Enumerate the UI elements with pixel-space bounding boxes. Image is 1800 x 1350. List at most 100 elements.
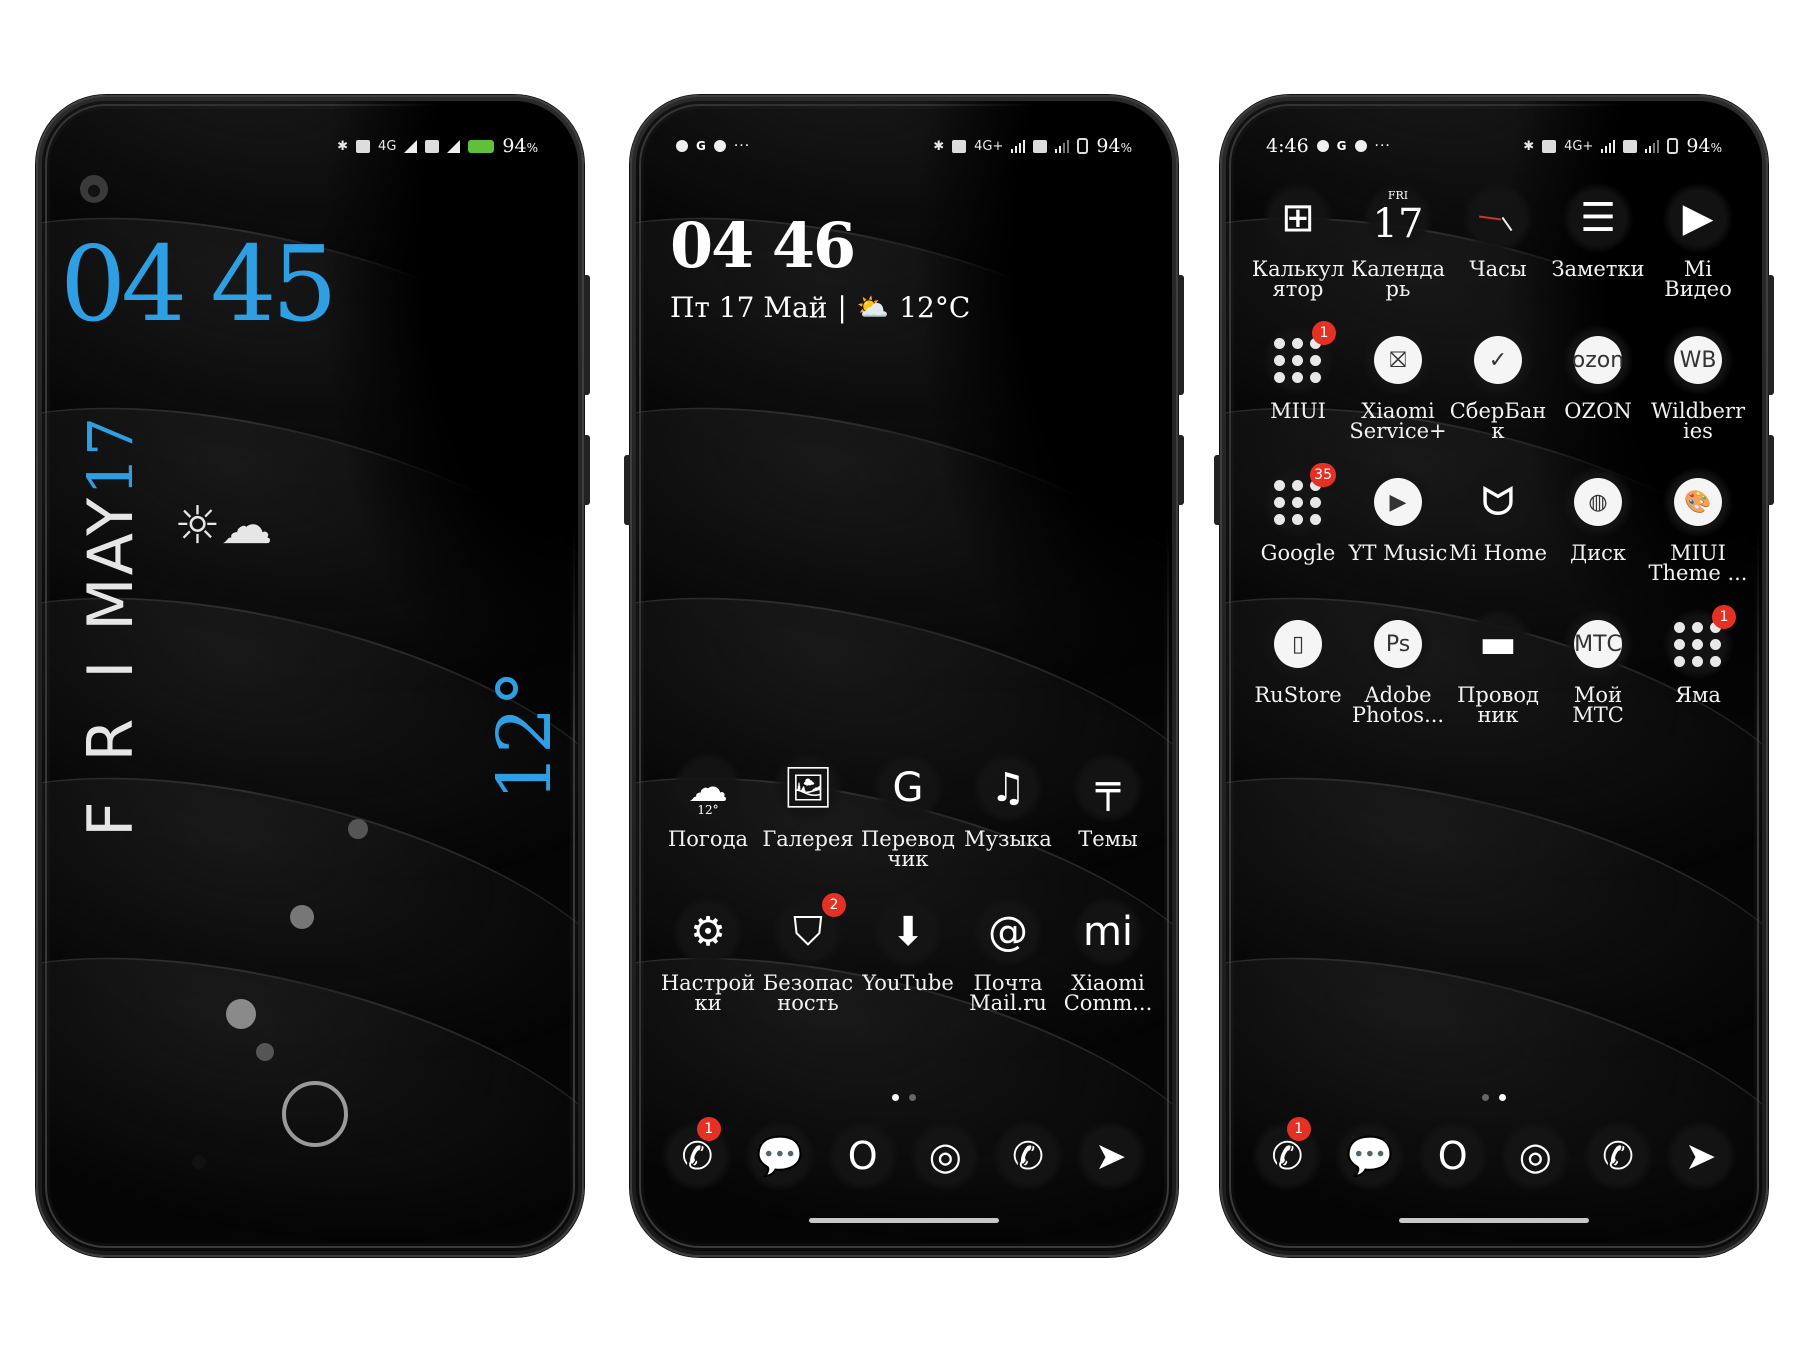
icon-disc: Ps	[1374, 620, 1422, 668]
dock-opera[interactable]: O	[821, 1121, 904, 1191]
signal-bars-icon	[1601, 139, 1616, 153]
home-screen-1: G ··· ✱ 4G+ 94% 04 46 Пт 17 Май | ⛅ 12°C…	[636, 101, 1172, 1251]
app-translate[interactable]: G Перевод чик	[858, 753, 958, 870]
volte-icon-2	[425, 139, 440, 153]
dock-phone[interactable]: ✆ 1	[656, 1117, 739, 1191]
phone-home-1: G ··· ✱ 4G+ 94% 04 46 Пт 17 Май | ⛅ 12°C…	[624, 95, 1184, 1257]
camera-aperture-icon: ◎	[1500, 1121, 1571, 1191]
disk-icon: ◍	[1563, 467, 1633, 537]
app-label: Темы	[1078, 827, 1138, 851]
app-palette[interactable]: 🎨 MIUI Theme ...	[1648, 467, 1748, 584]
folder-mini-icon	[1710, 638, 1721, 650]
dock-opera[interactable]: O	[1411, 1121, 1494, 1191]
app-notes[interactable]: ☰ Заметки	[1548, 183, 1648, 299]
mi-bunny-icon: mi	[1073, 897, 1143, 967]
app-label: Безопас ность	[762, 971, 854, 1015]
app-music[interactable]: ♫ Музыка	[958, 753, 1058, 869]
signal-icon	[404, 139, 418, 153]
dock-phone[interactable]: ✆ 1	[1246, 1117, 1329, 1191]
dock-telegram[interactable]: ➤	[1659, 1121, 1742, 1191]
fingerprint-sensor-button[interactable]	[282, 1081, 348, 1147]
app-label: Яма	[1675, 683, 1721, 707]
clock-icon	[1463, 183, 1533, 253]
yt-music-icon: ▶	[1363, 467, 1433, 537]
page-dot-2[interactable]	[909, 1094, 916, 1101]
gesture-bar[interactable]	[1399, 1218, 1589, 1223]
dock-whatsapp[interactable]: ✆	[1577, 1121, 1660, 1191]
page-dot-2[interactable]	[1499, 1094, 1506, 1101]
calendar-day: 17	[1372, 201, 1424, 247]
status-bar: ✱ 4G 94%	[82, 131, 538, 161]
app-rustore[interactable]: ▯ RuStore	[1248, 609, 1348, 725]
app-shield[interactable]: ⛉ 2 Безопас ность	[758, 893, 858, 1015]
calculator-icon: ⊞	[1263, 183, 1333, 253]
date-weather-widget[interactable]: Пт 17 Май | ⛅ 12°C	[670, 291, 970, 324]
app-wildberries[interactable]: WB Wildberr ies	[1648, 325, 1748, 442]
app-folder[interactable]: 1 MIUI	[1248, 321, 1348, 441]
page-indicator[interactable]	[636, 1094, 1172, 1101]
weekday-label: F R I	[74, 650, 147, 837]
weather-icon: ☁ 12°	[673, 753, 743, 823]
dock-whatsapp[interactable]: ✆	[987, 1121, 1070, 1191]
app-calendar[interactable]: FRI 17 Календа рь	[1348, 183, 1448, 300]
app-video[interactable]: ▶ Mi Видео	[1648, 183, 1748, 300]
dock-camera-aperture[interactable]: ◎	[1494, 1121, 1577, 1191]
app-clock[interactable]: Часы	[1448, 183, 1548, 299]
status-time: 4:46	[1266, 135, 1309, 157]
app-sberbank[interactable]: ✓ СберБан к	[1448, 325, 1548, 442]
folder-preview	[1274, 479, 1322, 525]
page-dot-1[interactable]	[892, 1094, 899, 1101]
network-type: 4G+	[1564, 138, 1594, 154]
app-gallery[interactable]: 🖼 Галерея	[758, 753, 858, 869]
clock-widget[interactable]: 04 46	[670, 209, 856, 282]
app-disk[interactable]: ◍ Диск	[1548, 467, 1648, 583]
decor-dot	[226, 999, 256, 1029]
separator: |	[837, 291, 847, 324]
app-label: Xiaomi Service+	[1349, 399, 1447, 443]
dock-messages[interactable]: 💬	[1329, 1121, 1412, 1191]
telegram-icon: ➤	[1665, 1121, 1736, 1191]
app-calculator[interactable]: ⊞ Калькул ятор	[1248, 183, 1348, 300]
app-yt-music[interactable]: ▶ YT Music	[1348, 467, 1448, 583]
dock-camera-aperture[interactable]: ◎	[904, 1121, 987, 1191]
gear-icon: ⚙	[673, 897, 743, 967]
app-download[interactable]: ⬇ YouTube	[858, 897, 958, 1013]
temperature-label: 12°	[482, 669, 568, 801]
calendar-weekday: FRI	[1387, 189, 1409, 202]
app-mi-bunny[interactable]: mi Xiaomi Comm...	[1058, 897, 1158, 1014]
notes-icon: ☰	[1563, 183, 1633, 253]
icon-glyph: ➤	[1684, 1134, 1717, 1178]
wildberries-icon: WB	[1663, 325, 1733, 395]
app-folder[interactable]: 35 Google	[1248, 463, 1348, 583]
signal-bars-icon-2	[1645, 139, 1660, 153]
bluetooth-icon: ✱	[1523, 138, 1535, 154]
folder-mini-icon	[1292, 354, 1303, 366]
page-indicator[interactable]	[1226, 1094, 1762, 1101]
app-folder[interactable]: 1 Яма	[1648, 605, 1748, 725]
icon-glyph: ⊞	[1281, 195, 1315, 241]
phone-home-2: 4:46 G ··· ✱ 4G+ 94% ⊞ Калькул ятор FRI 17 К…	[1214, 95, 1774, 1257]
app-mi-home[interactable]: ᗢ Mi Home	[1448, 467, 1548, 583]
app-weather[interactable]: ☁ 12° Погода	[658, 753, 758, 869]
app-paint-roller[interactable]: ╤ Темы	[1058, 753, 1158, 869]
page-dot-1[interactable]	[1482, 1094, 1489, 1101]
photoshop-icon: Ps	[1363, 609, 1433, 679]
app-mail-at[interactable]: @ Почта Mail.ru	[958, 897, 1058, 1014]
messages-icon: 💬	[744, 1121, 815, 1191]
dock-telegram[interactable]: ➤	[1069, 1121, 1152, 1191]
volte-icon	[1542, 139, 1557, 153]
app-mts[interactable]: МТС Мой МТС	[1548, 609, 1648, 726]
volume-button	[1768, 275, 1774, 395]
notification-badge: 2	[822, 893, 846, 917]
app-folder-file[interactable]: ▬ Провод ник	[1448, 609, 1548, 726]
app-photoshop[interactable]: Ps Adobe Photos...	[1348, 609, 1448, 726]
status-bar: G ··· ✱ 4G+ 94%	[676, 131, 1132, 161]
app-gear[interactable]: ⚙ Настрой ки	[658, 897, 758, 1014]
whatsapp-icon: ✆	[1582, 1121, 1653, 1191]
icon-glyph: 🖼	[782, 765, 834, 811]
volume-button	[584, 275, 590, 395]
app-xiaomi-service[interactable]: ⛝ Xiaomi Service+	[1348, 325, 1448, 443]
app-ozon[interactable]: ozon OZON	[1548, 325, 1648, 441]
dock-messages[interactable]: 💬	[739, 1121, 822, 1191]
gesture-bar[interactable]	[809, 1218, 999, 1223]
